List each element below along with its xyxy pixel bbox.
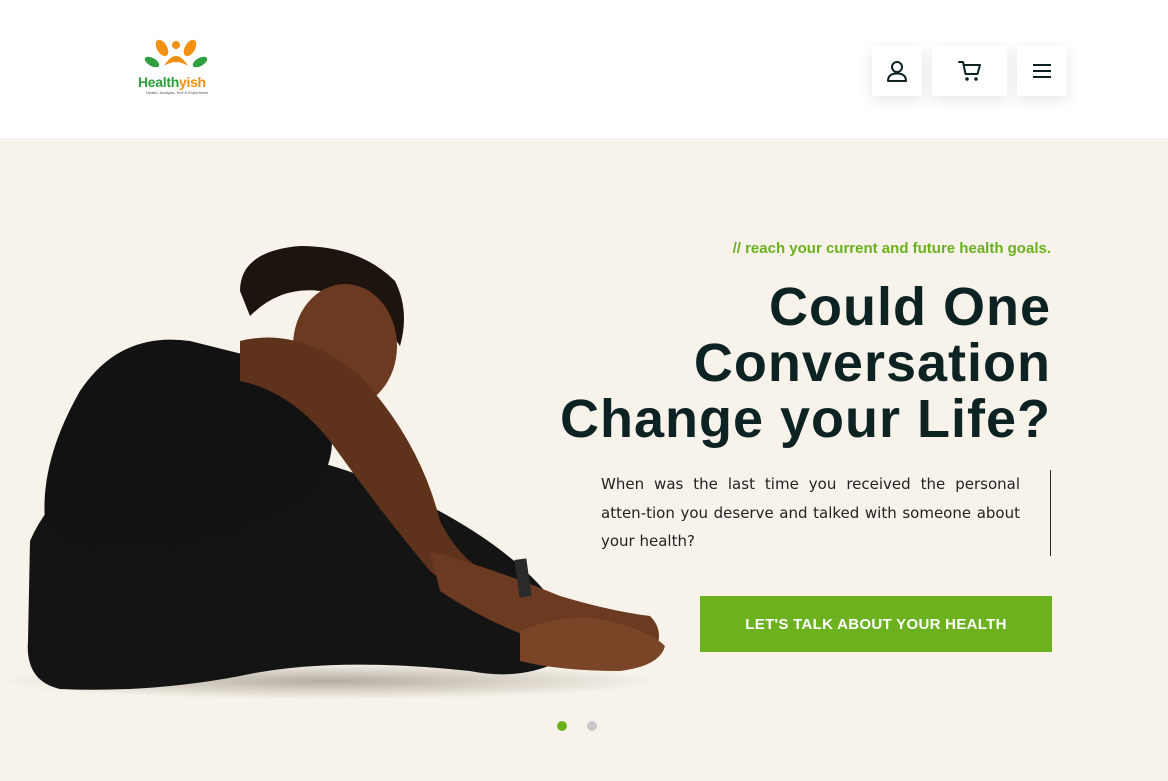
logo-word-part2: yish [179, 74, 206, 90]
hero-tagline: // reach your current and future health … [732, 240, 1051, 257]
logo-mark-icon [144, 39, 208, 68]
woman-stretching-image [0, 246, 665, 699]
healthyish-logo[interactable]: Healthyish Health, Analysis, Sell & Expe… [136, 36, 216, 98]
headline-line-3: Change your Life? [559, 389, 1051, 449]
cart-button[interactable] [932, 46, 1007, 96]
headline-line-1: Could One [769, 277, 1051, 337]
hero-intro-text: When was the last time you received the … [601, 470, 1051, 556]
logo-word-part1: Health [138, 74, 179, 90]
logo-tagline: Health, Analysis, Sell & Experience [146, 90, 209, 95]
headline-line-2: Conversation [693, 333, 1051, 393]
menu-icon [1033, 64, 1051, 78]
menu-button[interactable] [1017, 46, 1067, 96]
cart-icon [957, 61, 981, 81]
account-button[interactable] [872, 46, 922, 96]
lets-talk-button[interactable]: LET'S TALK ABOUT YOUR HEALTH [700, 596, 1052, 652]
hero-headline: Could One Conversation Change your Life? [491, 279, 1051, 447]
logo-wordmark: Healthyish [138, 74, 206, 90]
hero-section: // reach your current and future health … [0, 141, 1168, 781]
slider-dot-2[interactable] [587, 721, 597, 731]
site-header: Healthyish Health, Analysis, Sell & Expe… [0, 0, 1168, 140]
slider-dot-1-active[interactable] [557, 721, 567, 731]
user-icon [887, 61, 907, 82]
